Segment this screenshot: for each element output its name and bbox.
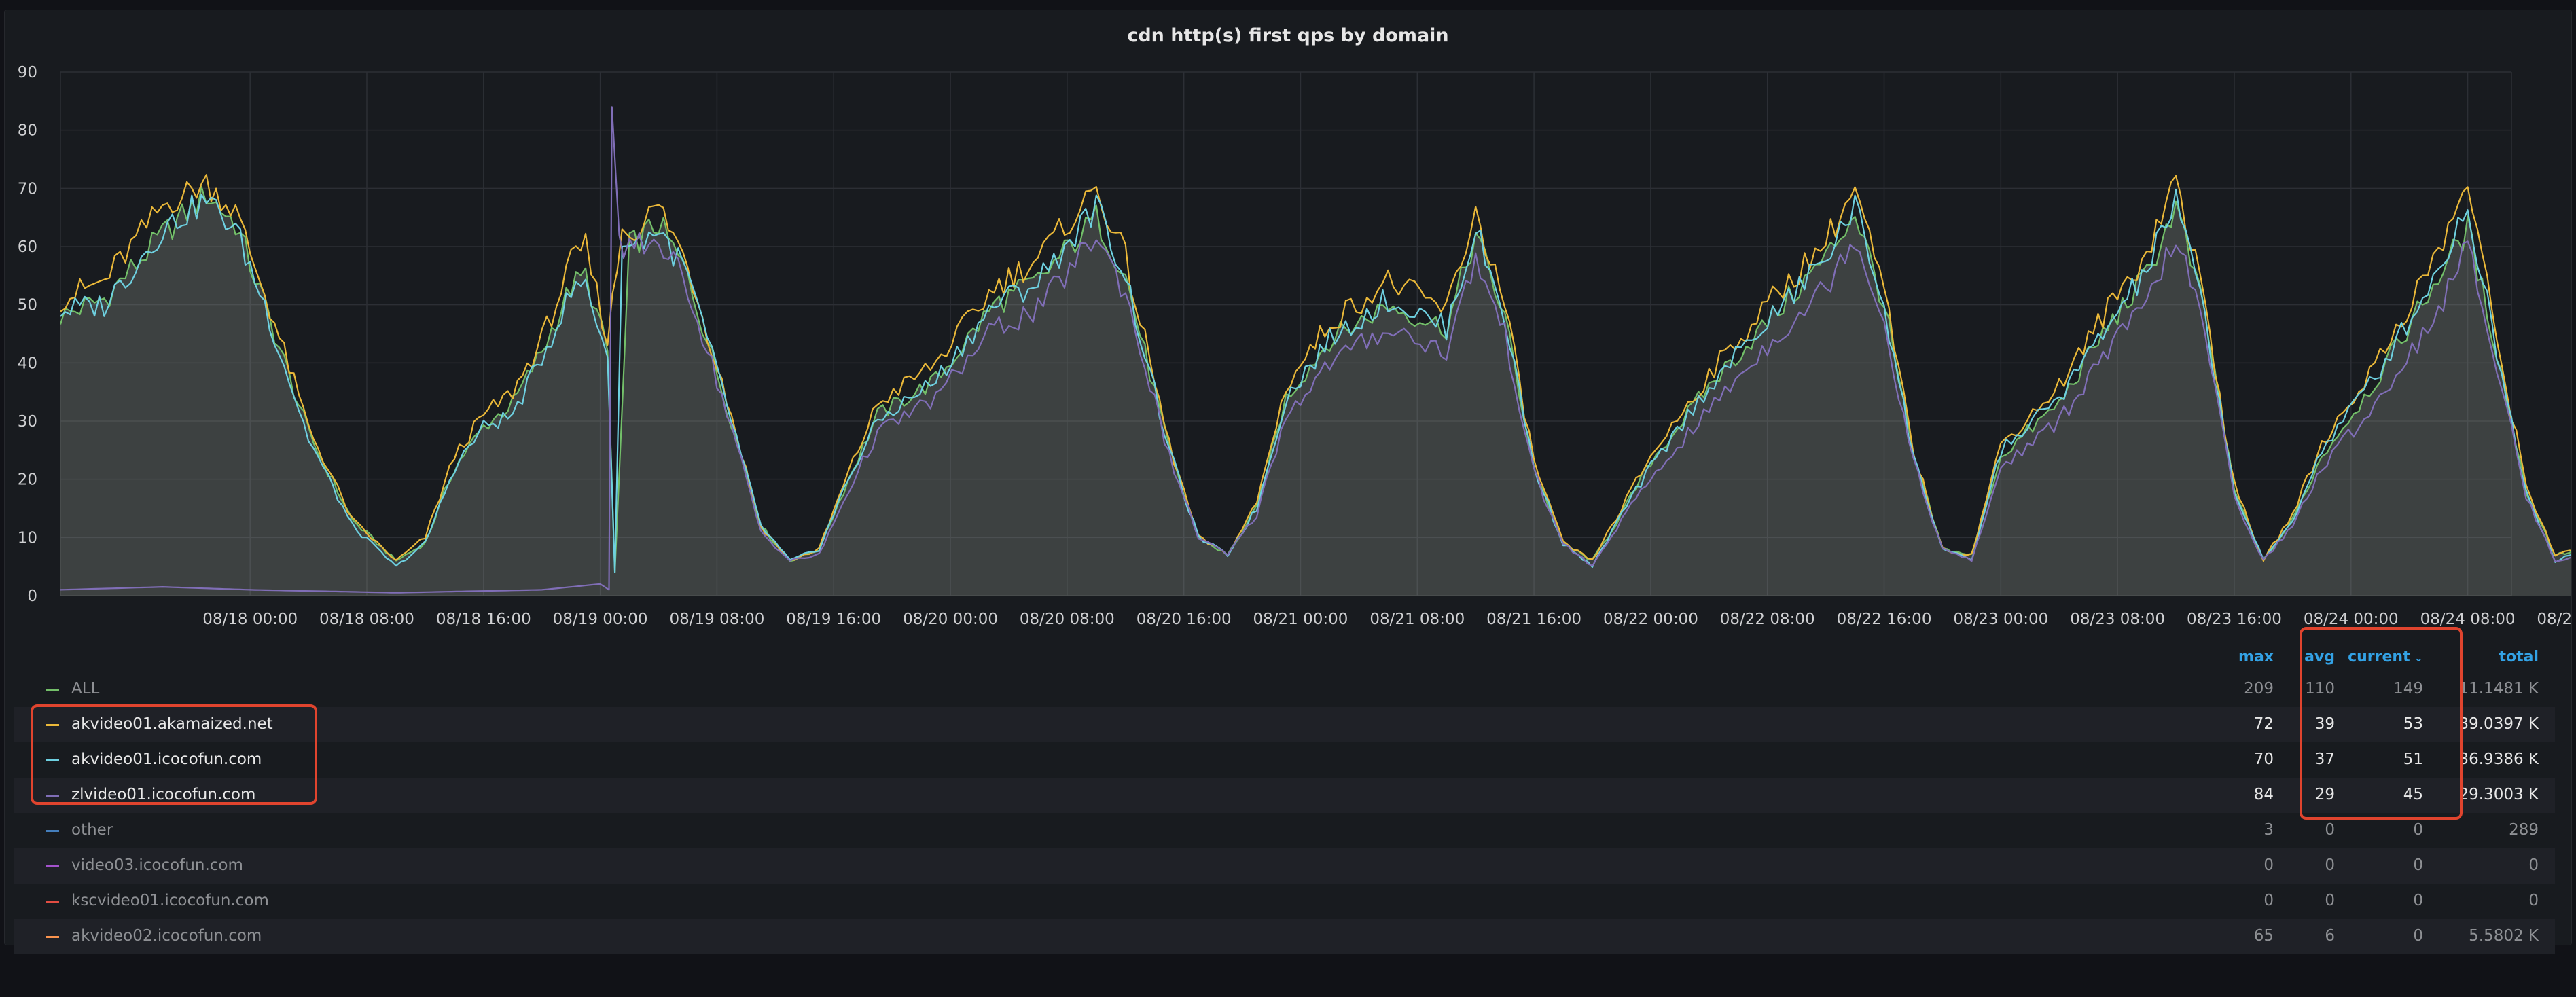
legend-row[interactable]: kscvideo01.icocofun.com 0 0 0 0	[14, 884, 2555, 919]
legend-value-current: 0	[2413, 927, 2423, 945]
y-tick-label: 60	[18, 238, 37, 256]
x-tick-label: 08/23 08:00	[2070, 611, 2165, 628]
legend-value-current: 0	[2413, 892, 2423, 909]
x-tick-label: 08/23 00:00	[1953, 611, 2048, 628]
y-tick-label: 0	[27, 587, 37, 605]
legend-value-total: 289	[2509, 821, 2539, 839]
x-tick-label: 08/21 00:00	[1253, 611, 1348, 628]
legend-row[interactable]: akvideo02.icocofun.com 65 6 0 5.5802 K	[14, 919, 2555, 954]
y-tick-label: 90	[18, 64, 37, 81]
legend-value-current: 0	[2413, 821, 2423, 839]
x-tick-label: 08/19 16:00	[786, 611, 881, 628]
x-tick-label: 08/21 08:00	[1370, 611, 1465, 628]
graph-panel: cdn http(s) first qps by domain 0 10 20 30 4…	[4, 10, 2572, 954]
x-tick-label: 08/22 00:00	[1603, 611, 1698, 628]
legend-series-name[interactable]: other	[71, 821, 113, 839]
annotation-box-avg-current	[2300, 627, 2463, 820]
x-tick-label: 08/20 00:00	[903, 611, 998, 628]
legend-value-total: 0	[2528, 856, 2539, 874]
x-tick-label: 08/24 00:00	[2304, 611, 2399, 628]
legend-series-name[interactable]: ALL	[71, 680, 99, 697]
legend-color-swatch[interactable]	[46, 901, 59, 903]
chart-series	[59, 106, 2571, 596]
y-tick-label: 80	[18, 122, 37, 140]
legend-row[interactable]: zlvideo01.icocofun.com 84 29 45 29.3003 K	[14, 778, 2555, 813]
legend-header-total[interactable]: total	[2464, 649, 2539, 666]
legend-series-name[interactable]: akvideo02.icocofun.com	[71, 927, 262, 945]
chart: 0 10 20 30 40 50 60 70 80 90 08/18 00:00 08/18 08:0…	[18, 64, 2571, 628]
y-tick-label: 10	[18, 529, 37, 547]
x-tick-label: 08/24 16:00	[2537, 611, 2571, 628]
y-tick-label: 30	[18, 413, 37, 431]
legend-row[interactable]: video03.icocofun.com 0 0 0 0	[14, 848, 2555, 884]
y-tick-label: 50	[18, 297, 37, 314]
x-tick-label: 08/18 08:00	[319, 611, 414, 628]
legend-series-name[interactable]: video03.icocofun.com	[71, 856, 243, 874]
legend-color-swatch[interactable]	[46, 936, 59, 938]
x-tick-label: 08/22 16:00	[1837, 611, 1932, 628]
x-tick-label: 08/18 16:00	[436, 611, 531, 628]
annotation-box-domains	[31, 704, 317, 805]
legend-series-name[interactable]: kscvideo01.icocofun.com	[71, 892, 269, 909]
series-area-all	[60, 186, 2571, 596]
legend-value-total: 0	[2528, 892, 2539, 909]
legend-value-current: 0	[2413, 856, 2423, 874]
legend-row[interactable]: other 3 0 0 289	[14, 813, 2555, 848]
x-tick-label: 08/18 00:00	[202, 611, 298, 628]
legend-color-swatch[interactable]	[46, 865, 59, 867]
y-tick-label: 20	[18, 471, 37, 489]
x-tick-label: 08/19 00:00	[553, 611, 648, 628]
legend-color-swatch[interactable]	[46, 689, 59, 691]
legend-row[interactable]: akvideo01.akamaized.net 72 39 53 39.0397 K	[14, 707, 2555, 742]
legend-value-total: 5.5802 K	[2469, 927, 2539, 945]
x-tick-label: 08/23 16:00	[2187, 611, 2282, 628]
y-tick-label: 40	[18, 355, 37, 372]
x-tick-label: 08/19 08:00	[669, 611, 764, 628]
x-tick-label: 08/20 08:00	[1020, 611, 1115, 628]
legend-color-swatch[interactable]	[46, 830, 59, 832]
legend-header-max[interactable]: max	[2206, 649, 2274, 666]
legend-row[interactable]: ALL 209 110 149 11.1481 K	[14, 672, 2555, 707]
y-tick-label: 70	[18, 180, 37, 198]
x-tick-label: 08/21 16:00	[1486, 611, 1581, 628]
x-tick-label: 08/20 16:00	[1137, 611, 1232, 628]
x-tick-label: 08/22 08:00	[1720, 611, 1815, 628]
x-tick-label: 08/24 08:00	[2420, 611, 2516, 628]
legend-row[interactable]: akvideo01.icocofun.com 70 37 51 36.9386 K	[14, 742, 2555, 778]
